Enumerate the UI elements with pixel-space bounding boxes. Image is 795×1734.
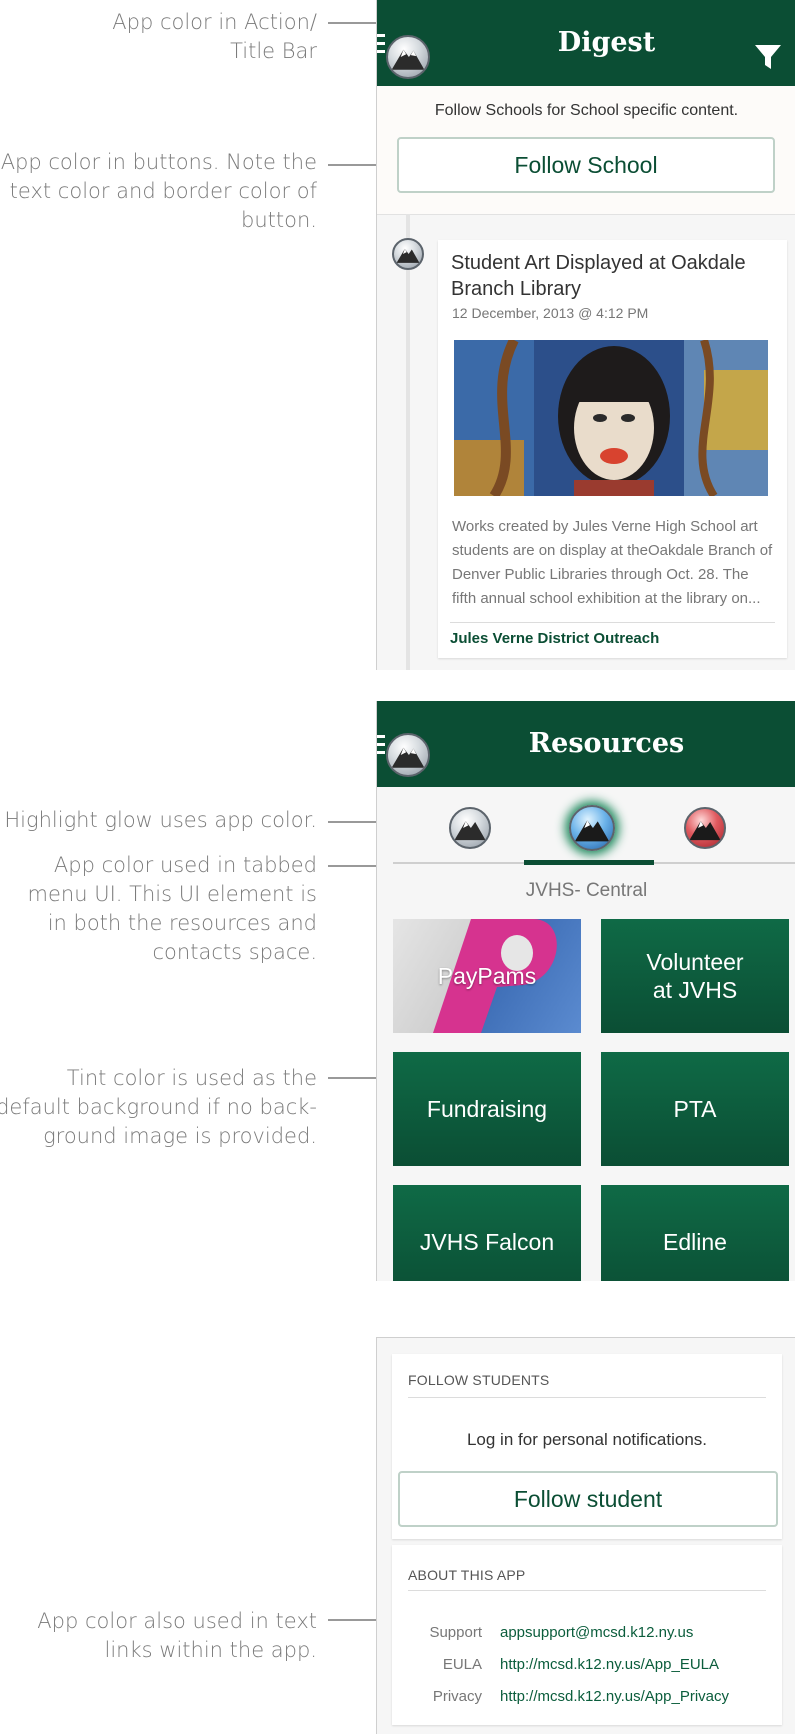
tile-label: JVHS Falcon [419,1229,555,1255]
privacy-link[interactable]: http://mcsd.k12.ny.us/App_Privacy [500,1688,729,1705]
settings-screen: FOLLOW STUDENTS Log in for personal noti… [376,1337,795,1734]
resource-tile-edline[interactable]: Edline [601,1185,789,1281]
resource-tile-volunteer[interactable]: Volunteer at JVHS [601,919,789,1033]
page-title: Digest [557,27,656,58]
annotation-links: App color also used in text links within … [37,1609,317,1662]
post-image[interactable] [454,340,768,496]
tab-indicator [524,860,654,865]
post-excerpt: Works created by Jules Verne High School… [452,518,773,607]
annotation-buttons: App color in buttons. Note the text color… [0,150,317,232]
section-header: FOLLOW STUDENTS [408,1372,550,1388]
action-bar: Digest [377,0,795,86]
login-prompt: Log in for personal notifications. [466,1430,708,1449]
support-label: Support [429,1624,482,1641]
about-app-card: ABOUT THIS APP Support appsupport@mcsd.k… [392,1545,782,1725]
section-header: ABOUT THIS APP [408,1567,526,1583]
action-bar: Resources [377,701,795,787]
divider [408,1397,766,1398]
resource-tile-jvhs-falcon[interactable]: JVHS Falcon [393,1185,581,1281]
tile-label: Edline [663,1229,727,1255]
annotation-action-bar: App color in Action/Title Bar [112,10,317,63]
eula-link[interactable]: http://mcsd.k12.ny.us/App_EULA [500,1656,719,1673]
post-source-link[interactable]: Jules Verne District Outreach [450,630,659,647]
eula-label: EULA [442,1656,482,1673]
follow-school-banner: Follow Schools for School specific conte… [377,86,795,215]
tile-label: Fundraising [426,1096,548,1122]
follow-prompt: Follow Schools for School specific conte… [434,102,739,119]
privacy-label: Privacy [432,1688,482,1705]
annotation-tint: Tint color is used as the default backgro… [0,1066,317,1148]
post-title[interactable]: Student Art Displayed at Oakdale Branch … [451,250,771,302]
school-tab-icon[interactable] [684,807,726,849]
resources-screen: Resources JVHS- Central PayPams Voluntee… [376,701,795,1281]
digest-screen: Digest Follow Schools for School specifi… [376,0,795,670]
follow-students-card: FOLLOW STUDENTS Log in for personal noti… [392,1354,782,1539]
active-tab-label: JVHS- Central [525,880,648,901]
divider [450,622,775,623]
tile-label: PayPams [437,963,537,989]
follow-school-button[interactable]: Follow School [397,137,775,193]
annotation-tabs: App color used in tabbed menu UI. This UI… [27,853,317,964]
resource-tile-pta[interactable]: PTA [601,1052,789,1166]
school-tab-icon-active[interactable] [569,805,615,851]
tile-label: Volunteer at JVHS [646,949,744,1003]
news-post-card[interactable]: Student Art Displayed at Oakdale Branch … [438,240,787,658]
follow-student-button[interactable]: Follow student [398,1471,778,1527]
post-school-logo-icon [392,238,424,270]
annotation-glow: Highlight glow uses app color. [4,808,317,832]
support-link[interactable]: appsupport@mcsd.k12.ny.us [500,1624,693,1641]
resource-tile-fundraising[interactable]: Fundraising [393,1052,581,1166]
post-date: 12 December, 2013 @ 4:12 PM [452,305,649,321]
tile-label: PTA [673,1096,717,1122]
resource-tile-paypams[interactable]: PayPams [393,919,581,1033]
filter-icon[interactable] [754,43,782,71]
page-title: Resources [528,728,685,759]
timeline-line [406,214,410,670]
school-tab-icon[interactable] [449,807,491,849]
divider [408,1590,766,1591]
